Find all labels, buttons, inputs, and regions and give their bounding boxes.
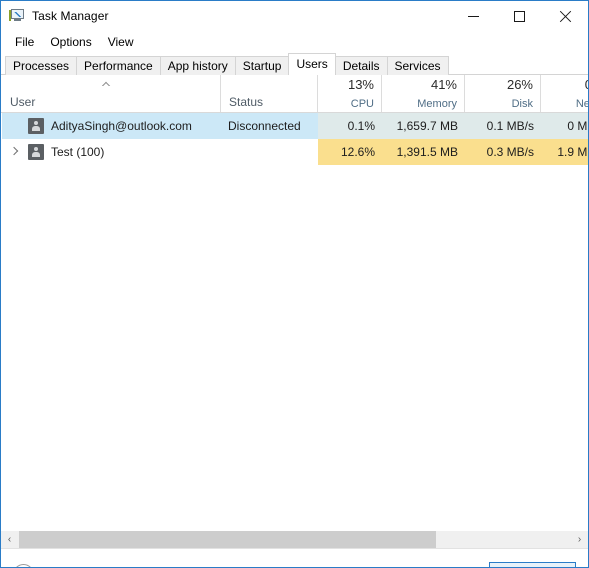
cell-user: Test (100) xyxy=(2,139,221,165)
scrollbar-thumb[interactable] xyxy=(19,531,436,548)
cell-memory: 1,659.7 MB xyxy=(382,113,465,139)
task-manager-icon xyxy=(9,8,25,24)
menu-bar: File Options View xyxy=(1,31,588,53)
cell-memory: 1,391.5 MB xyxy=(382,139,465,165)
column-header-cpu[interactable]: 13% CPU xyxy=(318,75,382,112)
cell-status xyxy=(221,139,318,165)
user-avatar-icon xyxy=(28,118,44,134)
scroll-left-arrow-icon[interactable]: ‹ xyxy=(1,531,18,548)
column-header-disk[interactable]: 26% Disk xyxy=(465,75,541,112)
cell-disk: 0.1 MB/s xyxy=(465,113,541,139)
column-header-network[interactable]: 0 Netwo xyxy=(541,75,588,112)
fewer-details-button[interactable]: Fewer details xyxy=(13,564,114,567)
tab-details[interactable]: Details xyxy=(334,56,388,75)
cell-status: Disconnected xyxy=(221,113,318,139)
table-row[interactable]: Test (100) 12.6% 1,391.5 MB 0.3 MB/s 1.9… xyxy=(1,139,588,165)
column-header-memory[interactable]: 41% Memory xyxy=(382,75,465,112)
menu-item-options[interactable]: Options xyxy=(43,33,98,51)
cell-cpu: 12.6% xyxy=(318,139,382,165)
column-header-user[interactable]: User xyxy=(2,75,221,112)
users-pane: User Status 13% CPU 41% Memory 26% Disk … xyxy=(1,75,588,530)
switch-user-button[interactable]: Switch user xyxy=(489,562,576,567)
chevron-up-icon xyxy=(13,564,34,567)
close-button[interactable] xyxy=(542,1,588,31)
tab-services[interactable]: Services xyxy=(386,56,449,75)
cell-disk: 0.3 MB/s xyxy=(465,139,541,165)
cell-network: 1.9 Mb xyxy=(541,139,588,165)
minimize-button[interactable] xyxy=(450,1,496,31)
minimize-icon xyxy=(467,15,479,17)
expand-chevron-icon[interactable] xyxy=(11,147,19,157)
scroll-right-arrow-icon[interactable]: › xyxy=(571,531,588,548)
tab-startup[interactable]: Startup xyxy=(234,56,290,75)
close-icon xyxy=(559,10,572,23)
window-title: Task Manager xyxy=(32,9,109,23)
window-controls xyxy=(450,1,588,31)
tab-processes[interactable]: Processes xyxy=(5,56,78,75)
cell-network: 0 Mb xyxy=(541,113,588,139)
user-name: Test (100) xyxy=(51,145,105,159)
maximize-button[interactable] xyxy=(496,1,542,31)
table-row[interactable]: AdityaSingh@outlook.com Disconnected 0.1… xyxy=(1,113,588,139)
user-avatar-icon xyxy=(28,144,44,160)
column-header-status[interactable]: Status xyxy=(221,75,318,112)
footer-bar: Fewer details Switch user wsxdn.com xyxy=(1,548,588,567)
tab-strip: Processes Performance App history Startu… xyxy=(1,53,588,75)
tab-users[interactable]: Users xyxy=(288,53,336,75)
tab-performance[interactable]: Performance xyxy=(76,56,161,75)
horizontal-scrollbar[interactable]: ‹ › xyxy=(1,530,588,548)
user-name: AdityaSingh@outlook.com xyxy=(51,119,192,133)
menu-item-file[interactable]: File xyxy=(8,33,41,51)
cell-user: AdityaSingh@outlook.com xyxy=(2,113,221,139)
tab-app-history[interactable]: App history xyxy=(159,56,236,75)
task-manager-window: Task Manager File Options View Processes… xyxy=(0,0,589,568)
maximize-icon xyxy=(513,10,525,22)
menu-item-view[interactable]: View xyxy=(101,33,141,51)
title-bar: Task Manager xyxy=(1,1,588,31)
table-header: User Status 13% CPU 41% Memory 26% Disk … xyxy=(1,75,588,113)
cell-cpu: 0.1% xyxy=(318,113,382,139)
users-table: AdityaSingh@outlook.com Disconnected 0.1… xyxy=(1,113,588,165)
